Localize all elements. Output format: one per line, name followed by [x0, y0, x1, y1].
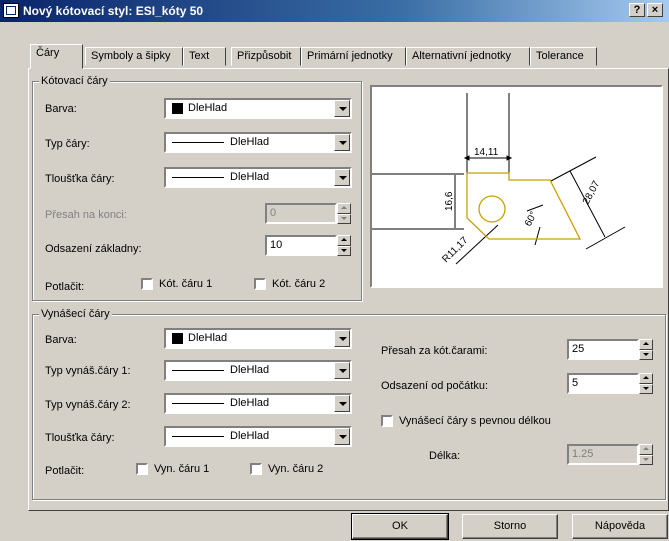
dim-baseline-label: Odsazení základny:	[45, 243, 142, 255]
chevron-down-icon[interactable]	[334, 330, 350, 347]
tab-prizpusobit[interactable]: Přizpůsobit	[231, 47, 301, 66]
ext-lineweight-label: Tloušťka čáry:	[45, 432, 115, 444]
chevron-down-icon[interactable]	[334, 169, 350, 186]
chevron-down-icon[interactable]	[334, 395, 350, 412]
dim-extend-spinner: 0	[265, 203, 351, 224]
tab-symboly[interactable]: Symboly a šipky	[85, 47, 183, 66]
ext-length-spinner: 1.25	[567, 444, 653, 465]
dim-color-select[interactable]: DleHlad	[164, 98, 352, 119]
ext-linetype2-value: DleHlad	[230, 397, 270, 409]
ext-suppress-2-label[interactable]: Vyn. čáru 2	[268, 463, 323, 475]
dim-linetype-label: Typ čáry:	[45, 138, 90, 150]
preview-dim-top: 14,11	[474, 147, 499, 158]
preview-dim-radius: R11,17	[440, 235, 470, 265]
ext-lines-legend: Vynášecí čáry	[39, 308, 112, 320]
ext-color-select[interactable]: DleHlad	[164, 328, 352, 349]
tab-tolerance[interactable]: Tolerance	[530, 47, 597, 66]
spin-up-icon[interactable]	[639, 373, 653, 384]
ext-lineweight-select[interactable]: DleHlad	[164, 426, 352, 447]
preview-dim-right: 28,07	[581, 179, 603, 207]
dim-suppress-1-checkbox[interactable]	[141, 278, 153, 290]
dim-linetype-value: DleHlad	[230, 136, 270, 148]
ext-lineweight-value: DleHlad	[230, 430, 270, 442]
spin-up-icon	[337, 203, 351, 214]
dim-lineweight-value: DleHlad	[230, 171, 270, 183]
preview-pane: 14,11 16,6 28,07 60° R11,17	[370, 85, 663, 288]
dim-lineweight-select[interactable]: DleHlad	[164, 167, 352, 188]
spin-down-icon[interactable]	[639, 350, 653, 360]
dim-lines-legend: Kótovací čáry	[39, 75, 110, 87]
ext-linetype1-label: Typ vynáš.čáry 1:	[45, 365, 131, 377]
ext-lines-group: Vynášecí čáry Barva: DleHlad Typ vynáš.č…	[32, 308, 666, 500]
ext-color-label: Barva:	[45, 334, 77, 346]
dim-color-value: DleHlad	[188, 102, 228, 114]
ext-extend-spinner[interactable]: 25	[567, 339, 653, 360]
ext-suppress-1-checkbox[interactable]	[136, 463, 148, 475]
chevron-down-icon[interactable]	[334, 428, 350, 445]
tab-text[interactable]: Text	[183, 47, 226, 66]
help-title-button[interactable]: ?	[629, 3, 645, 17]
dim-linetype-select[interactable]: DleHlad	[164, 132, 352, 153]
spin-down-icon	[337, 214, 351, 224]
ext-fixed-length-checkbox[interactable]	[381, 415, 393, 427]
preview-dim-left: 16,6	[444, 191, 455, 211]
ext-extend-label: Přesah za kót.čarami:	[381, 345, 488, 357]
window-title: Nový kótovací styl: ESI_kóty 50	[23, 4, 204, 18]
dim-lineweight-label: Tloušťka čáry:	[45, 173, 115, 185]
dim-suppress-1-label[interactable]: Kót. čáru 1	[159, 278, 212, 290]
spin-down-icon[interactable]	[337, 246, 351, 256]
spin-up-icon	[639, 444, 653, 455]
title-bar: Nový kótovací styl: ESI_kóty 50 ? ×	[0, 0, 669, 22]
dim-color-label: Barva:	[45, 103, 77, 115]
dim-suppress-2-checkbox[interactable]	[254, 278, 266, 290]
dim-baseline-value: 10	[270, 239, 283, 251]
dim-suppress-2-label[interactable]: Kót. čáru 2	[272, 278, 325, 290]
dim-baseline-spinner[interactable]: 10	[265, 235, 351, 256]
ext-suppress-1-label[interactable]: Vyn. čáru 1	[154, 463, 209, 475]
preview-drawing: 14,11 16,6 28,07 60° R11,17	[372, 93, 626, 265]
dim-suppress-label: Potlačit:	[45, 281, 85, 293]
ext-linetype2-select[interactable]: DleHlad	[164, 393, 352, 414]
spin-up-icon[interactable]	[639, 339, 653, 350]
ext-linetype1-select[interactable]: DleHlad	[164, 360, 352, 381]
dim-extend-value: 0	[270, 207, 277, 219]
color-swatch	[172, 333, 183, 344]
spin-up-icon[interactable]	[337, 235, 351, 246]
help-button[interactable]: Nápověda	[572, 514, 668, 539]
ext-suppress-2-checkbox[interactable]	[250, 463, 262, 475]
ext-linetype2-label: Typ vynáš.čáry 2:	[45, 399, 131, 411]
chevron-down-icon[interactable]	[334, 134, 350, 151]
ok-button[interactable]: OK	[351, 513, 449, 540]
chevron-down-icon[interactable]	[334, 100, 350, 117]
dim-extend-label: Přesah na konci:	[45, 209, 127, 221]
ext-fixed-length-label[interactable]: Vynášecí čáry s pevnou délkou	[399, 415, 551, 427]
chevron-down-icon[interactable]	[334, 362, 350, 379]
spin-down-icon[interactable]	[639, 384, 653, 394]
ext-length-label: Délka:	[429, 450, 461, 462]
ext-offset-spinner[interactable]: 5	[567, 373, 653, 394]
tab-alternativni-jednotky[interactable]: Alternativní jednotky	[406, 47, 530, 66]
color-swatch	[172, 103, 183, 114]
ext-length-value: 1.25	[572, 448, 594, 460]
ext-color-value: DleHlad	[188, 332, 228, 344]
tab-panel: Kótovací čáry Barva: DleHlad Typ čáry: D…	[28, 68, 669, 511]
cancel-button[interactable]: Storno	[462, 514, 558, 539]
tab-cary[interactable]: Čáry	[30, 44, 83, 69]
close-icon[interactable]: ×	[647, 3, 663, 17]
tab-primarni-jednotky[interactable]: Primární jednotky	[301, 47, 406, 66]
preview-dim-angle: 60°	[523, 210, 540, 229]
spin-down-icon	[639, 455, 653, 465]
ext-offset-label: Odsazení od počátku:	[381, 380, 489, 392]
ext-offset-value: 5	[572, 377, 579, 389]
ext-linetype1-value: DleHlad	[230, 364, 270, 376]
app-icon	[3, 3, 19, 18]
ext-extend-value: 25	[572, 343, 585, 355]
ext-suppress-label: Potlačit:	[45, 465, 85, 477]
dim-lines-group: Kótovací čáry Barva: DleHlad Typ čáry: D…	[32, 75, 362, 301]
